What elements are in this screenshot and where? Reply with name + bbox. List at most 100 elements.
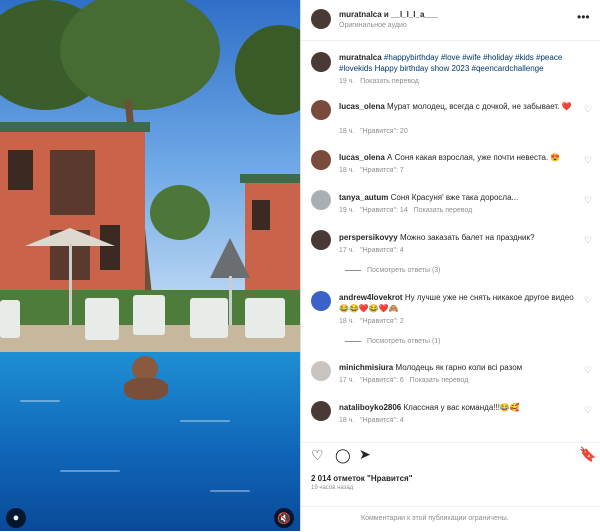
comment: lucas_olena А Соня какая взрослая, уже п… <box>339 152 574 163</box>
lounge-chair <box>190 298 228 338</box>
comment-meta: 19 ч. "Нравится": 14 Показать перевод <box>339 207 472 214</box>
audio-label[interactable]: Оригинальное аудио <box>339 22 407 29</box>
view-replies-label[interactable]: Посмотреть ответы (3) <box>367 267 441 274</box>
window <box>8 150 33 190</box>
caption-username[interactable]: muratnalca <box>339 53 382 62</box>
share-send-icon[interactable]: ➤ <box>359 446 371 463</box>
comments-restricted-bar: Комментарии к этой публикации ограничены… <box>301 506 600 532</box>
comment-text: Можно заказать балет на праздник? <box>399 233 535 242</box>
mute-icon[interactable]: 🔇 <box>274 508 294 528</box>
post-sidebar: muratnalca и __l_l_l_a___ Оригинальное а… <box>300 0 600 531</box>
lounge-chair <box>85 298 119 340</box>
comment-likes[interactable]: "Нравится": 7 <box>360 167 404 174</box>
comment-likes[interactable]: "Нравится": 2 <box>360 318 404 325</box>
comment-time: 17 ч. <box>339 377 355 384</box>
avatar[interactable] <box>311 291 331 311</box>
like-heart-icon[interactable]: ♡ <box>311 447 324 464</box>
caption-meta: 19 ч. Показать перевод <box>339 78 419 85</box>
comment-time: 17 ч. <box>339 247 355 254</box>
comment: nataliboyko2806 Классная у вас команда!!… <box>339 402 574 413</box>
comment-likes[interactable]: "Нравится": 6 <box>360 377 404 384</box>
water-ripple <box>20 400 60 402</box>
view-replies-label[interactable]: Посмотреть ответы (1) <box>367 338 441 345</box>
comment-likes[interactable]: "Нравится": 4 <box>360 247 404 254</box>
caption: muratnalca #happybirthday #love #wife #h… <box>339 52 589 74</box>
post-actions: ♡ ◯ ➤ 🔖 2 014 отметок "Нравится" 19 часо… <box>301 442 600 491</box>
avatar[interactable] <box>311 150 331 170</box>
swimmer <box>124 378 168 400</box>
heart-icon[interactable]: ♡ <box>584 235 592 246</box>
comment-text: Соня Красуня' вже така доросла... <box>390 193 519 202</box>
comment-text: Мурат молодец, всегда с дочкой, не забыв… <box>387 102 572 111</box>
comment-username[interactable]: nataliboyko2806 <box>339 403 401 412</box>
comment-username[interactable]: minichmisiura <box>339 363 393 372</box>
comment-meta: 17 ч. "Нравится": 6 Показать перевод <box>339 377 468 384</box>
avatar[interactable] <box>311 100 331 120</box>
comment-meta: 18 ч. "Нравится": 20 <box>339 128 408 135</box>
divider <box>345 269 361 271</box>
heart-icon[interactable]: ♡ <box>584 104 592 115</box>
roof <box>240 174 300 183</box>
avatar[interactable] <box>311 9 331 29</box>
comment: lucas_olena Мурат молодец, всегда с дочк… <box>339 101 574 112</box>
comment-username[interactable]: andrew4lovekrot <box>339 293 403 302</box>
comment: minichmisiura Молодець як гарно коли всі… <box>339 362 574 373</box>
comment-text: Молодець як гарно коли всі разом <box>395 363 523 372</box>
umbrella-pole <box>229 276 232 326</box>
likes-count[interactable]: 2 014 отметок "Нравится" <box>311 474 413 483</box>
heart-icon[interactable]: ♡ <box>584 365 592 376</box>
comment-likes[interactable]: "Нравится": 20 <box>360 128 408 135</box>
window <box>252 200 270 230</box>
comment-text: Классная у вас команда!!!😂🥰 <box>403 403 520 412</box>
header-title[interactable]: muratnalca и __l_l_l_a___ <box>339 10 438 19</box>
comment-bubble-icon[interactable]: ◯ <box>335 447 351 464</box>
lounge-chair <box>0 300 20 338</box>
window <box>50 150 95 215</box>
comment-username[interactable]: perspersikovyy <box>339 233 398 242</box>
caption-time: 19 ч. <box>339 78 355 85</box>
view-replies-button[interactable]: Посмотреть ответы (3) <box>345 267 441 274</box>
hotel-building <box>245 180 300 295</box>
tree-canopy <box>150 185 210 240</box>
avatar[interactable] <box>311 230 331 250</box>
comment-time: 18 ч. <box>339 318 355 325</box>
bookmark-icon[interactable]: 🔖 <box>579 446 596 463</box>
comment: andrew4lovekrot Ну лучше уже не снять ни… <box>339 292 574 314</box>
comment-text: А Соня какая взрослая, уже почти невеста… <box>387 153 561 162</box>
comment-meta: 18 ч. "Нравится": 2 <box>339 318 404 325</box>
lounge-chair <box>133 295 165 335</box>
lounge-chair <box>245 298 285 338</box>
translate-link[interactable]: Показать перевод <box>410 377 469 384</box>
heart-icon[interactable]: ♡ <box>584 295 592 306</box>
comment: tanya_autum Соня Красуня' вже така дорос… <box>339 192 574 203</box>
comment-username[interactable]: lucas_olena <box>339 102 385 111</box>
post-media[interactable]: ● 🔇 <box>0 0 300 531</box>
comment-time: 18 ч. <box>339 167 355 174</box>
divider <box>345 340 361 342</box>
comment-username[interactable]: lucas_olena <box>339 153 385 162</box>
comment-likes[interactable]: "Нравится": 4 <box>360 417 404 424</box>
avatar[interactable] <box>311 361 331 381</box>
comment-likes[interactable]: "Нравится": 14 <box>360 207 408 214</box>
heart-icon[interactable]: ♡ <box>584 405 592 416</box>
translate-link[interactable]: Показать перевод <box>360 78 419 85</box>
comment-time: 18 ч. <box>339 417 355 424</box>
heart-icon[interactable]: ♡ <box>584 195 592 206</box>
comment-meta: 18 ч. "Нравится": 7 <box>339 167 404 174</box>
view-replies-button[interactable]: Посмотреть ответы (1) <box>345 338 441 345</box>
comment: perspersikovyy Можно заказать балет на п… <box>339 232 574 243</box>
post-time: 19 часов назад <box>311 485 354 491</box>
avatar[interactable] <box>311 401 331 421</box>
comment-username[interactable]: tanya_autum <box>339 193 388 202</box>
avatar[interactable] <box>311 190 331 210</box>
avatar[interactable] <box>311 52 331 72</box>
user-tag-icon[interactable]: ● <box>6 508 26 528</box>
heart-icon[interactable]: ♡ <box>584 155 592 166</box>
umbrella-pole <box>69 244 72 332</box>
more-horizontal-icon[interactable]: ••• <box>577 10 590 24</box>
comment-meta: 17 ч. "Нравится": 4 <box>339 247 404 254</box>
comment-time: 19 ч. <box>339 207 355 214</box>
comment-time: 18 ч. <box>339 128 355 135</box>
comments-restricted-text: Комментарии к этой публикации ограничены… <box>361 515 509 522</box>
translate-link[interactable]: Показать перевод <box>414 207 473 214</box>
